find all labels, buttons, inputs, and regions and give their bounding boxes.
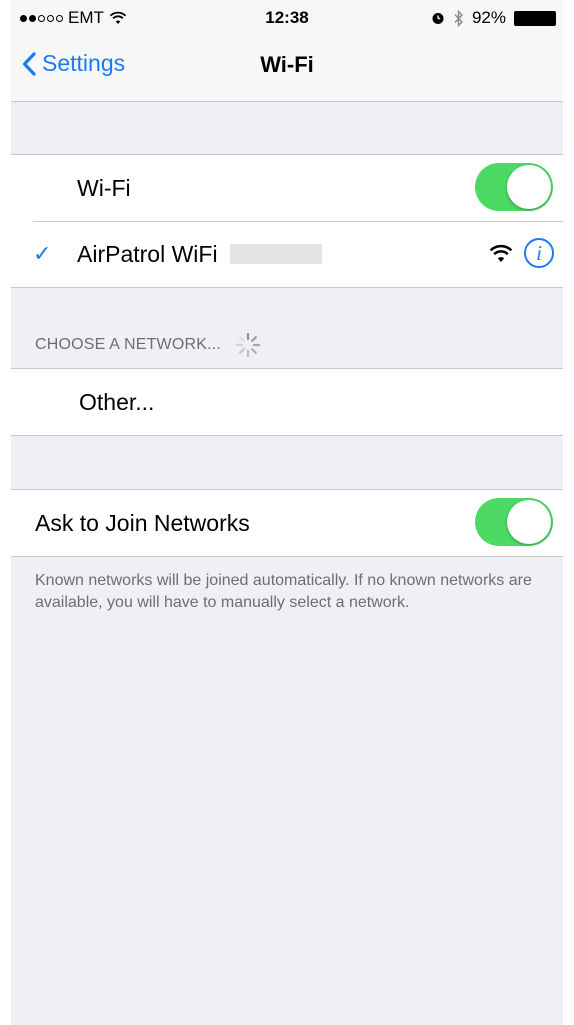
battery-percent: 92% — [471, 8, 506, 27]
alarm-icon — [432, 13, 444, 24]
screen-edge-left — [0, 0, 11, 1025]
page-title: Wi-Fi — [260, 52, 314, 77]
other-network-label: Other... — [79, 388, 155, 415]
wifi-group: Wi-Fi ✓ AirPatrol WiFi i — [11, 154, 563, 288]
navigation-bar: Settings Wi-Fi — [0, 34, 574, 100]
choose-network-header: CHOOSE A NETWORK... — [35, 332, 261, 358]
ask-to-join-footer: Known networks will be joined automatica… — [35, 572, 532, 611]
network-info-button[interactable]: i — [524, 238, 554, 268]
ask-to-join-row: Ask to Join Networks — [11, 490, 563, 556]
bluetooth-icon — [454, 9, 463, 27]
wifi-label: Wi-Fi — [77, 174, 131, 201]
toggle-knob — [507, 165, 551, 209]
connected-network-row[interactable]: ✓ AirPatrol WiFi i — [11, 221, 563, 287]
ask-to-join-label: Ask to Join Networks — [35, 509, 250, 536]
ask-to-join-group: Ask to Join Networks — [11, 489, 563, 557]
other-network-row[interactable]: Other... — [11, 369, 563, 435]
wifi-toggle[interactable] — [475, 163, 553, 211]
network-name: AirPatrol WiFi — [77, 240, 218, 267]
ask-to-join-toggle[interactable] — [475, 498, 553, 546]
choose-network-group: Other... — [11, 368, 563, 436]
top-bar: EMT 12:38 92% Settings Wi-Fi — [0, 0, 574, 102]
choose-network-label: CHOOSE A NETWORK... — [35, 336, 222, 353]
loading-spinner-icon — [235, 332, 261, 358]
screen-edge-right — [563, 0, 574, 1025]
status-right: 92% — [431, 8, 556, 28]
redacted-network-suffix — [229, 244, 322, 264]
battery-icon — [514, 10, 556, 26]
wifi-toggle-row: Wi-Fi — [11, 155, 563, 221]
status-bar: EMT 12:38 92% — [0, 0, 574, 34]
toggle-knob — [507, 500, 551, 544]
checkmark-icon: ✓ — [33, 241, 52, 266]
wifi-signal-icon — [489, 244, 513, 262]
